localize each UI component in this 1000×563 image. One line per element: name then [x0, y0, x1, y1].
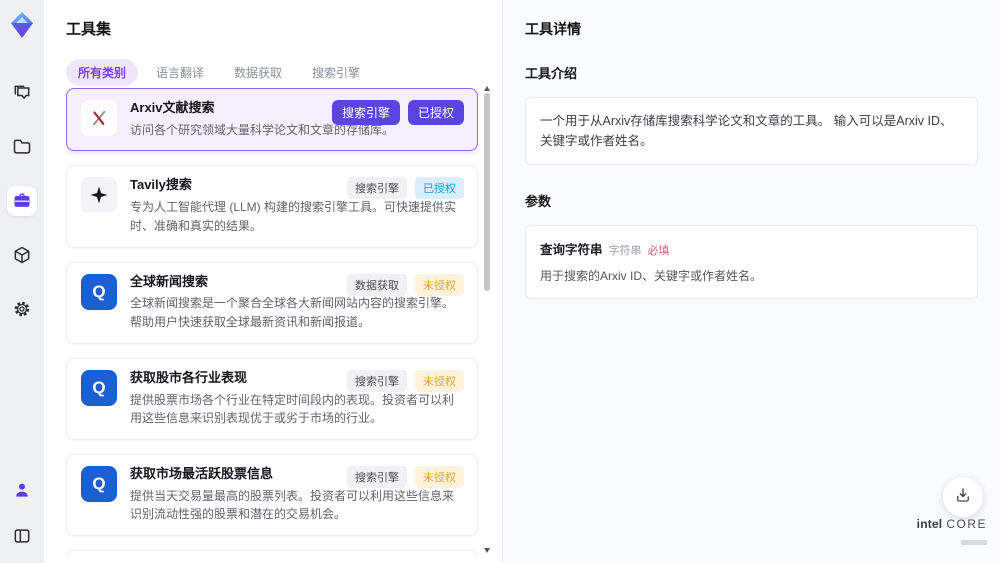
list-scrollbar[interactable]: [483, 86, 491, 553]
intro-card: 一个用于从Arxiv存储库搜索科学论文和文章的工具。 输入可以是Arxiv ID…: [525, 97, 978, 165]
tool-description: 提供股票市场各个行业在特定时间段内的表现。投资者可以利用这些信息来识别表现优于或…: [130, 392, 455, 426]
download-button[interactable]: [943, 477, 983, 517]
tools-panel: 工具集 所有类别 语言翻译 数据获取 搜索引擎 Arxiv文献搜索 访问各个研究领域大量…: [44, 0, 502, 563]
authorized-badge: 已授权: [407, 100, 464, 125]
tab-category-1[interactable]: 语言翻译: [144, 59, 216, 86]
param-card: 查询字符串 字符串 必填 用于搜索的Arxiv ID、关键字或作者姓名。: [525, 225, 978, 299]
details-title: 工具详情: [525, 21, 581, 37]
sidebar-item-settings[interactable]: [7, 294, 37, 324]
category-badge: 搜索引擎: [347, 177, 407, 200]
category-tabs: 所有类别 语言翻译 数据获取 搜索引擎: [66, 59, 502, 86]
sidebar-nav: [7, 78, 37, 324]
category-badge: 搜索引擎: [331, 100, 400, 125]
app-window: 工具集 所有类别 语言翻译 数据获取 搜索引擎 Arxiv文献搜索 访问各个研究领域大量…: [0, 0, 1000, 563]
tools-list: Arxiv文献搜索 访问各个研究领域大量科学论文和文章的存储库。 搜索引擎 已授权 Ta…: [66, 88, 478, 557]
scroll-up-arrow-icon[interactable]: [484, 86, 490, 91]
tool-card-2[interactable]: Q 全球新闻搜索 全球新闻搜索是一个聚合全球各大新闻网站内容的搜索引擎。帮助用户快速…: [66, 261, 478, 344]
intro-heading: 工具介绍: [525, 66, 578, 81]
category-badge: 搜索引擎: [347, 369, 407, 392]
page-title: 工具集: [66, 21, 112, 38]
tool-card-1[interactable]: Tavily搜索 专为人工智能代理 (LLM) 构建的搜索引擎工具。可快速提供实时…: [66, 165, 478, 248]
intro-text: 一个用于从Arxiv存储库搜索科学论文和文章的工具。 输入可以是Arxiv ID…: [540, 114, 953, 148]
tool-description: 全球新闻搜索是一个聚合全球各大新闻网站内容的搜索引擎。帮助用户快速获取全球最新资…: [130, 296, 455, 330]
scrollbar-thumb[interactable]: [484, 93, 490, 291]
tool-card-5[interactable]: 万维地区新闻查询查询具体行政区划内的新闻，快速了解各地新闻动搜索引擎未授权: [66, 549, 478, 557]
tab-category-3[interactable]: 搜索引擎: [300, 59, 372, 86]
panel-layout-icon: [12, 526, 32, 546]
tab-category-0[interactable]: 所有类别: [66, 59, 139, 86]
intel-core-logo: intel CORE: [917, 515, 987, 550]
download-icon: [954, 486, 972, 509]
qnews-logo-icon: Q: [81, 369, 117, 406]
tool-card-0[interactable]: Arxiv文献搜索 访问各个研究领域大量科学论文和文章的存储库。 搜索引擎 已授权: [66, 88, 478, 152]
scroll-down-arrow-icon[interactable]: [484, 548, 490, 553]
core-wordmark: CORE: [946, 516, 987, 531]
category-badge: 数据获取: [347, 273, 407, 296]
qnews-logo-icon: Q: [81, 465, 117, 502]
param-required-badge: 必填: [647, 245, 670, 257]
tab-category-2[interactable]: 数据获取: [222, 59, 294, 86]
sidebar-item-files[interactable]: [7, 132, 37, 162]
details-panel: 工具详情 工具介绍 一个用于从Arxiv存储库搜索科学论文和文章的工具。 输入可…: [502, 0, 1000, 563]
unauthorized-badge: 未授权: [415, 273, 464, 296]
sidebar-collapse-toggle[interactable]: [7, 521, 37, 551]
briefcase-icon: [12, 191, 32, 211]
param-name: 查询字符串: [540, 243, 603, 257]
intel-sub-badge: [961, 540, 987, 546]
tool-description: 提供当天交易量最高的股票列表。投资者可以利用这些信息来识别流动性强的股票和潜在的…: [130, 488, 455, 522]
arxiv-logo-icon: [81, 100, 117, 136]
category-badge: 搜索引擎: [347, 465, 407, 488]
tool-badges: 数据获取 未授权: [347, 273, 464, 296]
tool-badges: 搜索引擎 已授权: [347, 177, 464, 200]
params-heading: 参数: [525, 194, 552, 209]
intel-wordmark: intel: [916, 516, 943, 531]
param-description: 用于搜索的Arxiv ID、关键字或作者姓名。: [540, 269, 763, 283]
param-type: 字符串: [608, 245, 642, 257]
tool-card-3[interactable]: Q 获取股市各行业表现 提供股票市场各个行业在特定时间段内的表现。投资者可以利用这些…: [66, 357, 478, 440]
app-logo-icon[interactable]: [7, 10, 37, 40]
sidebar-item-chat[interactable]: [7, 78, 37, 108]
cube-icon: [12, 245, 32, 265]
qnews-logo-icon: Q: [81, 273, 117, 310]
sidebar: [0, 0, 44, 563]
tool-card-4[interactable]: Q 获取市场最活跃股票信息 提供当天交易量最高的股票列表。投资者可以利用这些信息来识…: [66, 453, 478, 536]
tool-badges: 搜索引擎 未授权: [347, 465, 464, 488]
gear-icon: [12, 299, 32, 319]
folder-icon: [12, 137, 32, 157]
sidebar-item-user[interactable]: [7, 475, 37, 505]
sidebar-item-tools[interactable]: [7, 186, 37, 216]
unauthorized-badge: 未授权: [415, 465, 464, 488]
user-icon: [12, 480, 32, 500]
sidebar-item-models[interactable]: [7, 240, 37, 270]
tavily-star-icon: [81, 177, 117, 214]
unauthorized-badge: 未授权: [415, 369, 464, 392]
tool-description: 专为人工智能代理 (LLM) 构建的搜索引擎工具。可快速提供实时、准确和真实的结…: [130, 200, 457, 233]
tool-badges: 搜索引擎 已授权: [331, 100, 464, 125]
authorized-badge: 已授权: [415, 177, 464, 200]
chat-icon: [12, 83, 32, 103]
tool-badges: 搜索引擎 未授权: [347, 369, 464, 392]
